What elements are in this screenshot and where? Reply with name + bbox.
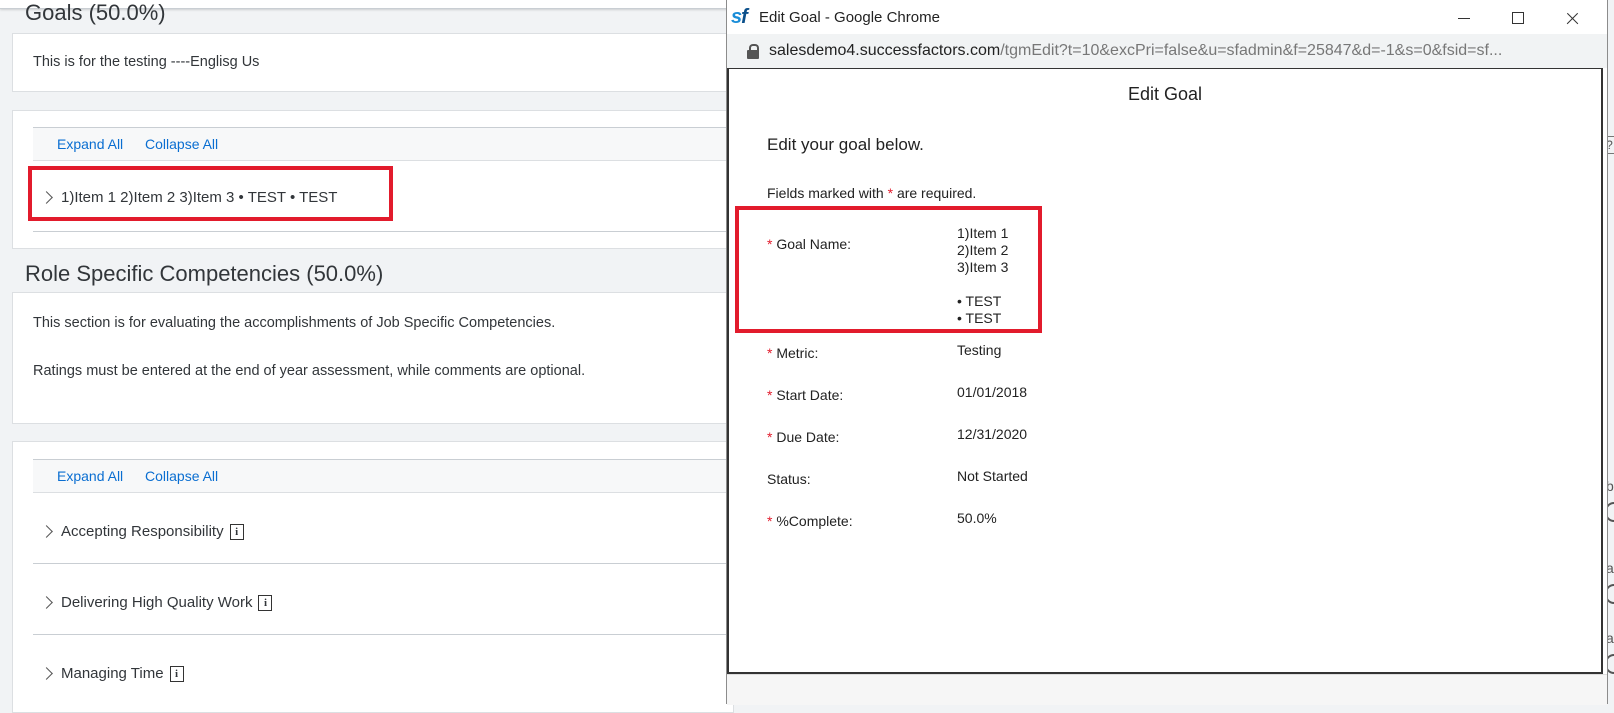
goals-description-card: This is for the testing ----Englisg Us (12, 33, 734, 92)
edit-goal-content: Edit Goal Edit your goal below. Fields m… (727, 68, 1603, 674)
start-date-label: * Start Date: (767, 387, 844, 403)
info-icon[interactable]: i (169, 666, 184, 682)
window-title: Edit Goal - Google Chrome (759, 9, 940, 26)
competency-item-label: Accepting Responsibility (61, 523, 224, 540)
dialog-title: Edit Goal (1127, 84, 1203, 104)
competencies-description-line2: Ratings must be entered at the end of ye… (33, 363, 586, 379)
required-note-text: Fields marked with (767, 185, 884, 201)
due-date-value: 12/31/2020 (957, 426, 1028, 442)
percent-complete-label: * %Complete: (767, 513, 853, 529)
goals-section-title: Goals (50.0%) (25, 0, 166, 25)
window-titlebar[interactable]: sf Edit Goal - Google Chrome (727, 0, 1607, 34)
metric-label: * Metric: (767, 345, 819, 361)
required-fields-note: Fields marked with * are required. (767, 185, 976, 201)
due-date-label: * Due Date: (767, 429, 840, 445)
close-icon[interactable] (1549, 4, 1595, 32)
divider (33, 634, 733, 635)
competency-item-accepting-responsibility[interactable]: Accepting Responsibility i (61, 523, 244, 540)
status-value: Not Started (957, 468, 1028, 484)
goals-description: This is for the testing ----Englisg Us (33, 54, 260, 70)
url-path: /tgmEdit?t=10&excPri=false&u=sfadmin&f=2… (1000, 42, 1503, 59)
start-date-value: 01/01/2018 (957, 384, 1028, 400)
percent-complete-value: 50.0% (957, 510, 997, 526)
minimize-icon[interactable] (1441, 4, 1487, 32)
info-icon[interactable]: i (258, 595, 273, 611)
goals-collapse-all-link[interactable]: Collapse All (145, 136, 218, 152)
divider (33, 231, 733, 232)
chevron-right-icon[interactable] (40, 596, 53, 609)
competencies-description-card: This section is for evaluating the accom… (12, 292, 734, 424)
address-bar[interactable]: salesdemo4.successfactors.com/tgmEdit?t=… (727, 34, 1607, 68)
competency-item-label: Delivering High Quality Work (61, 594, 253, 611)
dialog-intro: Edit your goal below. (767, 135, 924, 154)
chevron-right-icon[interactable] (40, 667, 53, 680)
competencies-expand-all-link[interactable]: Expand All (57, 468, 123, 484)
competencies-list-card: Expand All Collapse All Accepting Respon… (12, 441, 734, 713)
competencies-description-line1: This section is for evaluating the accom… (33, 315, 556, 331)
url-host: salesdemo4.successfactors.com (769, 42, 1001, 59)
edit-goal-popup-window: sf Edit Goal - Google Chrome salesdemo4.… (726, 0, 1608, 705)
metric-value: Testing (957, 342, 1002, 358)
competencies-section-title: Role Specific Competencies (50.0%) (25, 261, 384, 286)
status-label: Status: (767, 471, 811, 487)
divider (33, 563, 733, 564)
competencies-toolbar: Expand All Collapse All (33, 459, 733, 493)
maximize-icon[interactable] (1495, 4, 1541, 32)
goals-toolbar: Expand All Collapse All (33, 127, 733, 161)
chevron-right-icon[interactable] (40, 525, 53, 538)
highlight-box-goal-name (735, 206, 1042, 333)
lock-icon[interactable] (747, 44, 759, 59)
url-text[interactable]: salesdemo4.successfactors.com/tgmEdit?t=… (769, 42, 1599, 60)
goals-expand-all-link[interactable]: Expand All (57, 136, 123, 152)
required-marker: * (887, 185, 894, 201)
competency-item-managing-time[interactable]: Managing Time i (61, 665, 184, 682)
required-note-text: are required. (896, 185, 977, 201)
competencies-collapse-all-link[interactable]: Collapse All (145, 468, 218, 484)
popup-bottom-strip (727, 674, 1607, 705)
successfactors-logo-icon: sf (731, 6, 748, 28)
highlight-box-goal-row (28, 166, 393, 221)
info-icon[interactable]: i (229, 524, 244, 540)
competency-item-label: Managing Time (61, 665, 164, 682)
competency-item-delivering-high-quality-work[interactable]: Delivering High Quality Work i (61, 594, 273, 611)
